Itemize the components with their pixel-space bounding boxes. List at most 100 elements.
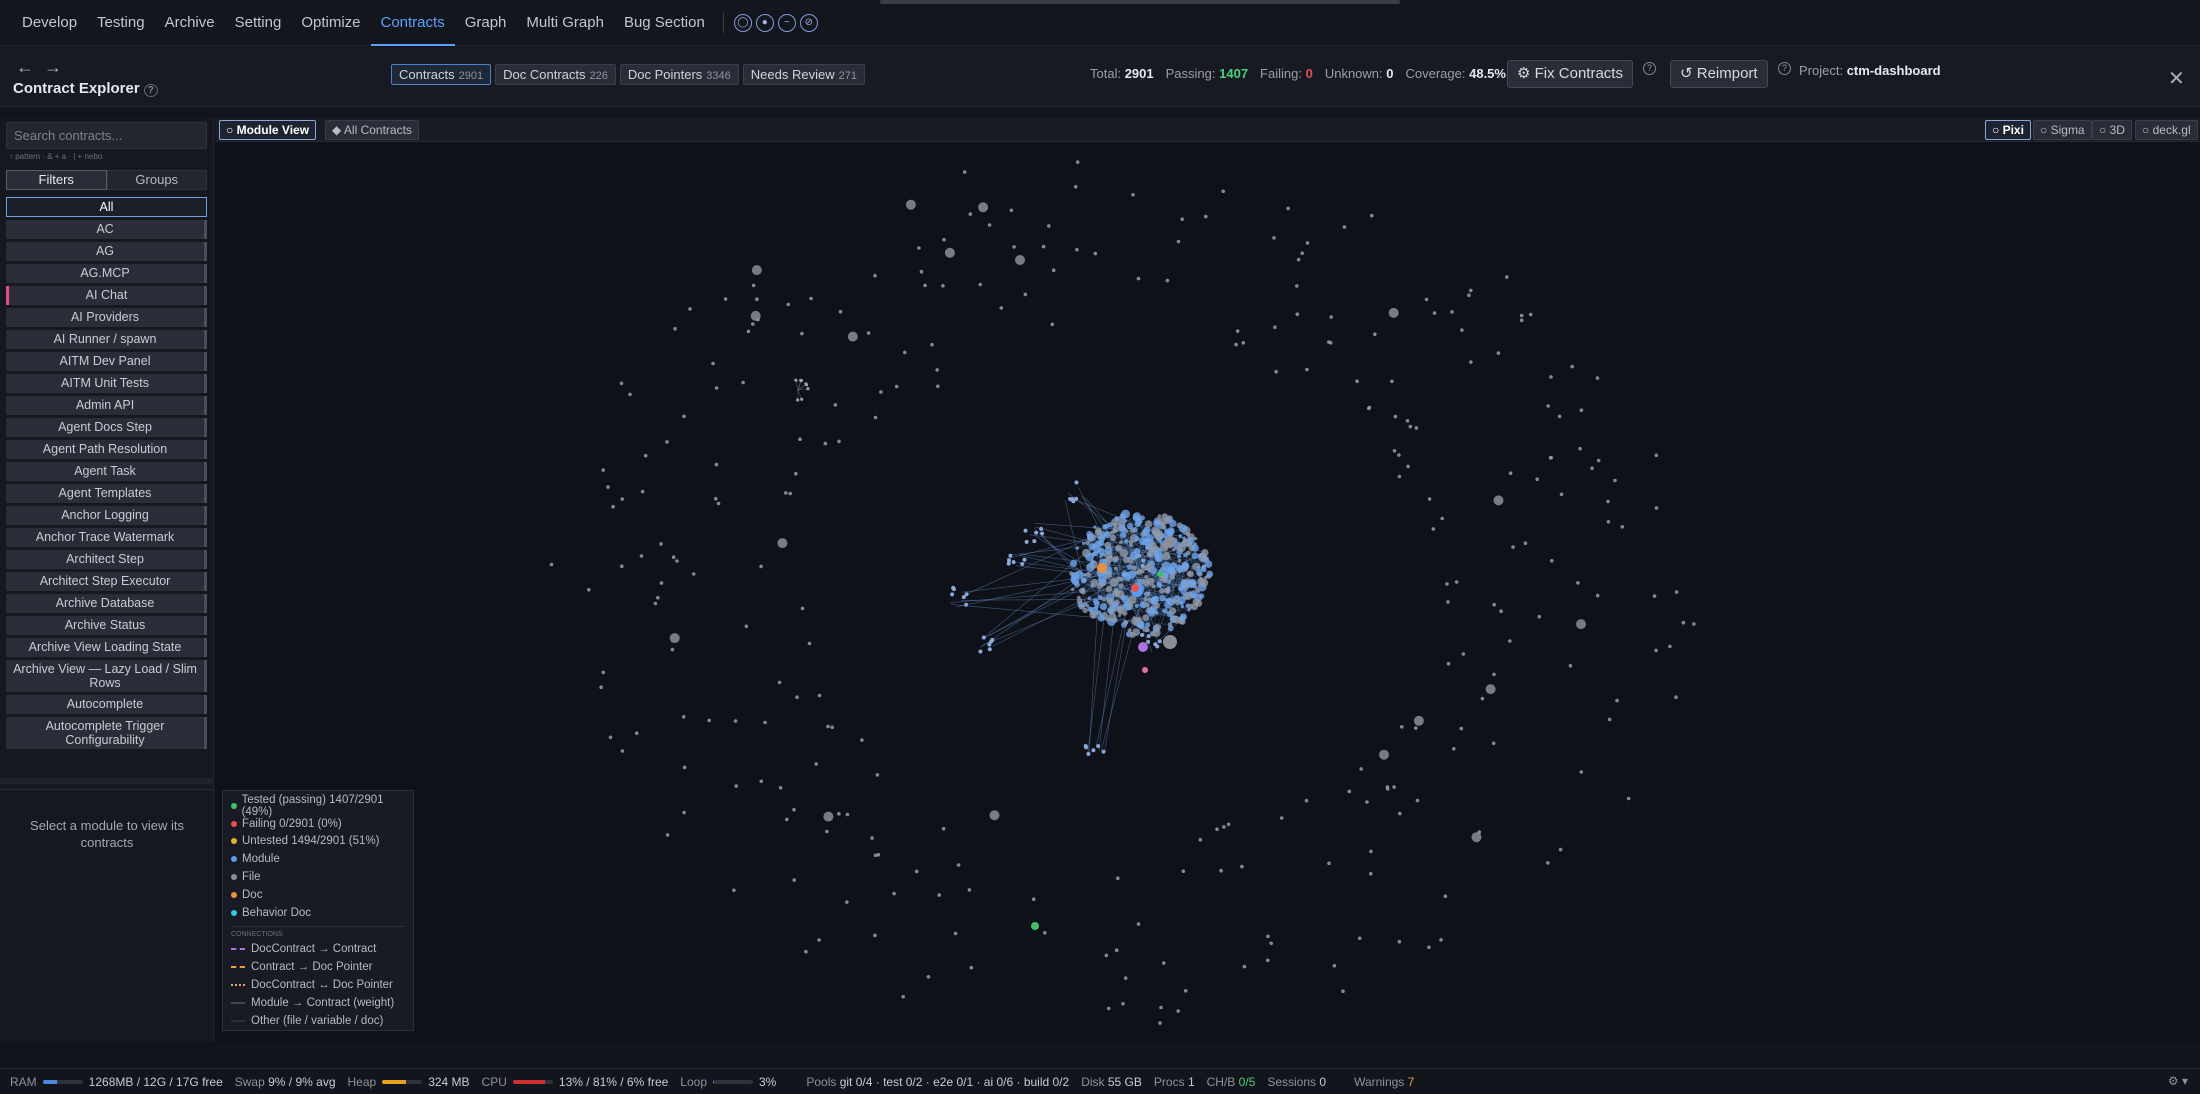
graph-node bbox=[1142, 614, 1150, 622]
all-contracts-button[interactable]: ◆ All Contracts bbox=[325, 120, 419, 140]
module-item[interactable]: Autocomplete Trigger Configurability bbox=[6, 717, 207, 749]
renderer-pixi[interactable]: ○ Pixi bbox=[1985, 120, 2031, 140]
top-scrollbar[interactable] bbox=[880, 0, 1400, 4]
fix-contracts-button[interactable]: ⚙ Fix Contracts bbox=[1507, 60, 1633, 88]
tab-needs-review[interactable]: Needs Review 271 bbox=[742, 64, 865, 85]
renderer-deckgl[interactable]: ○ deck.gl bbox=[2135, 120, 2198, 140]
graph-node bbox=[755, 297, 759, 301]
module-item[interactable]: Anchor Logging bbox=[6, 506, 207, 525]
circle-icon[interactable]: ◯ bbox=[733, 13, 752, 32]
search-input[interactable] bbox=[6, 122, 207, 149]
graph-node bbox=[1415, 798, 1420, 803]
highlighted-graph-node bbox=[1157, 571, 1163, 577]
module-item[interactable]: AI Runner / spawn bbox=[6, 330, 207, 349]
graph-node bbox=[978, 649, 983, 654]
module-item[interactable]: Autocomplete bbox=[6, 695, 207, 714]
graph-node bbox=[1595, 376, 1600, 380]
graph-node bbox=[1041, 244, 1046, 249]
nav-develop[interactable]: Develop bbox=[12, 0, 87, 46]
renderer-sigma[interactable]: ○ Sigma bbox=[2033, 120, 2092, 140]
module-item[interactable]: Archive Status bbox=[6, 616, 207, 635]
module-item[interactable]: AITM Unit Tests bbox=[6, 374, 207, 393]
back-arrow-icon[interactable]: ← bbox=[16, 57, 44, 77]
graph-node bbox=[1006, 561, 1011, 566]
tab-contracts[interactable]: Contracts 2901 bbox=[391, 64, 492, 85]
module-item[interactable]: AG bbox=[6, 242, 207, 261]
settings-gear-icon[interactable]: ⚙ ▾ bbox=[2168, 1074, 2188, 1088]
graph-node bbox=[1169, 574, 1175, 580]
graph-node bbox=[903, 350, 907, 355]
nav-multi-graph[interactable]: Multi Graph bbox=[516, 0, 614, 46]
graph-node bbox=[1450, 310, 1454, 314]
graph-node bbox=[1370, 213, 1374, 218]
module-item[interactable]: Anchor Trace Watermark bbox=[6, 528, 207, 547]
disc-icon[interactable]: ● bbox=[755, 13, 774, 32]
module-item[interactable]: Archive Database bbox=[6, 594, 207, 613]
nav-optimize[interactable]: Optimize bbox=[291, 0, 370, 46]
graph-node bbox=[1607, 717, 1612, 722]
renderer-3d[interactable]: ○ 3D bbox=[2092, 120, 2132, 140]
graph-node bbox=[1329, 315, 1333, 319]
top-nav: Develop Testing Archive Setting Optimize… bbox=[0, 0, 2200, 46]
tab-groups[interactable]: Groups bbox=[106, 170, 207, 190]
status-bar: RAM 1268MB / 12G / 17G free Swap 9% / 9% … bbox=[0, 1068, 2200, 1094]
sidebar-scrollbar[interactable] bbox=[0, 778, 214, 784]
graph-node bbox=[1015, 255, 1025, 265]
help-icon[interactable]: ? bbox=[143, 84, 158, 97]
graph-node bbox=[1097, 614, 1105, 622]
reimport-help-icon[interactable]: ? bbox=[1778, 62, 1791, 75]
module-item[interactable]: Archive View — Lazy Load / Slim Rows bbox=[6, 660, 207, 692]
tab-filters[interactable]: Filters bbox=[6, 170, 107, 190]
graph-node bbox=[1069, 571, 1074, 576]
module-view-button[interactable]: ○ Module View bbox=[219, 120, 317, 140]
wave-icon[interactable]: ~ bbox=[777, 13, 796, 32]
link-icon[interactable]: ⊘ bbox=[799, 13, 818, 32]
close-icon[interactable]: ✕ bbox=[2168, 66, 2185, 91]
status-swap: Swap 9% / 9% avg bbox=[234, 1074, 336, 1089]
module-item[interactable]: Agent Task bbox=[6, 462, 207, 481]
graph-node bbox=[1414, 726, 1418, 730]
module-item[interactable]: Agent Templates bbox=[6, 484, 207, 503]
contract-stats: Total: 2901 Passing: 1407 Failing: 0 Unk… bbox=[1090, 63, 1506, 83]
highlighted-graph-node bbox=[1131, 584, 1139, 592]
reimport-button[interactable]: ↺ Reimport bbox=[1670, 60, 1768, 88]
module-item-all[interactable]: All bbox=[6, 197, 207, 217]
tab-doc-contracts[interactable]: Doc Contracts 226 bbox=[495, 64, 616, 85]
nav-setting[interactable]: Setting bbox=[225, 0, 292, 46]
nav-bug-section[interactable]: Bug Section bbox=[614, 0, 715, 46]
graph-node bbox=[1406, 464, 1410, 469]
graph-node bbox=[1242, 964, 1247, 969]
graph-node bbox=[1108, 609, 1114, 615]
nav-archive[interactable]: Archive bbox=[155, 0, 225, 46]
forward-arrow-icon[interactable]: → bbox=[44, 57, 72, 77]
graph-node bbox=[962, 170, 967, 174]
highlighted-graph-node bbox=[1163, 635, 1177, 649]
module-item[interactable]: Admin API bbox=[6, 396, 207, 415]
solid-line-icon bbox=[231, 1019, 245, 1022]
graph-node bbox=[713, 496, 718, 501]
graph-node bbox=[1177, 554, 1182, 559]
nav-testing[interactable]: Testing bbox=[87, 0, 155, 46]
module-item[interactable]: Agent Path Resolution bbox=[6, 440, 207, 459]
graph-node bbox=[1177, 558, 1182, 563]
tab-doc-pointers[interactable]: Doc Pointers 3346 bbox=[619, 64, 739, 85]
module-item[interactable]: Agent Docs Step bbox=[6, 418, 207, 437]
module-item[interactable]: Architect Step Executor bbox=[6, 572, 207, 591]
module-item[interactable]: AI Chat bbox=[6, 286, 207, 305]
graph-node bbox=[1031, 897, 1036, 901]
module-item[interactable]: AI Providers bbox=[6, 308, 207, 327]
graph-node bbox=[870, 836, 874, 840]
graph-node bbox=[999, 306, 1004, 310]
graph-node bbox=[1161, 525, 1167, 530]
module-item[interactable]: Architect Step bbox=[6, 550, 207, 569]
module-item[interactable]: AITM Dev Panel bbox=[6, 352, 207, 371]
module-item[interactable]: AG.MCP bbox=[6, 264, 207, 283]
module-item[interactable]: Archive View Loading State bbox=[6, 638, 207, 657]
nav-contracts[interactable]: Contracts bbox=[370, 0, 455, 46]
fix-help-icon[interactable]: ? bbox=[1643, 62, 1656, 75]
contract-graph-canvas[interactable] bbox=[215, 142, 2200, 1042]
graph-node bbox=[1083, 744, 1088, 748]
graph-node bbox=[807, 641, 812, 646]
nav-graph[interactable]: Graph bbox=[455, 0, 517, 46]
module-item[interactable]: AC bbox=[6, 220, 207, 239]
